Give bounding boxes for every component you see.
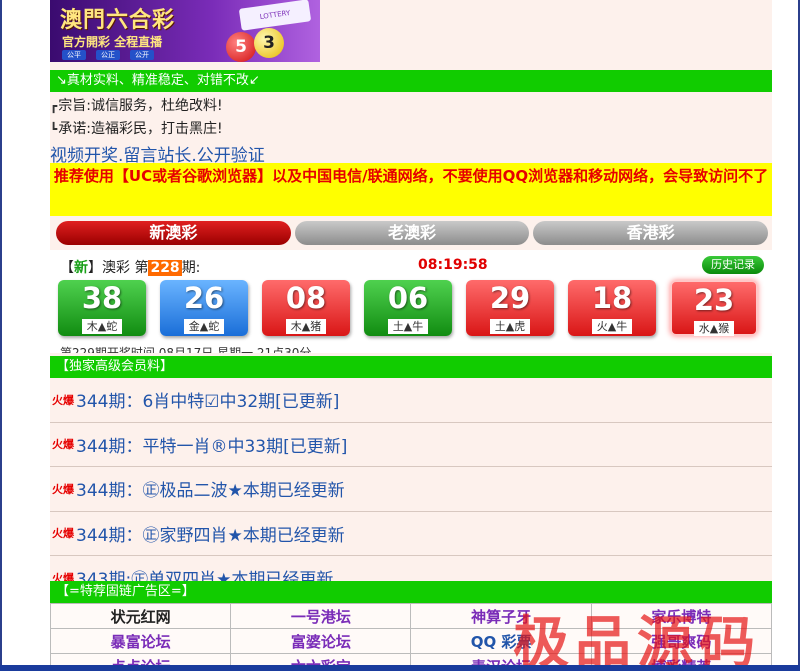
ball-attribute: 金▲蛇 xyxy=(183,319,225,334)
banner-tag: 公开 xyxy=(130,50,154,60)
tab-old-macau[interactable]: 老澳彩 xyxy=(294,221,530,245)
next-draw-info: 第229期开奖时间 08月17日 星期一 21点30分 xyxy=(60,346,312,353)
window-frame-bottom xyxy=(0,665,800,671)
browser-notice: 推荐使用【UC或者谷歌浏览器】以及中国电信/联通网络，不要使用QQ浏览器和移动网… xyxy=(50,163,772,216)
list-item[interactable]: 火爆 344期：㊣极品二波★本期已经更新 xyxy=(50,467,772,512)
result-balls: 38 木▲蛇 26 金▲蛇 08 木▲猪 06 土▲牛 29 土▲虎 18 火▲… xyxy=(58,280,766,338)
ad-link-table: 状元红网 一号港坛 神算子牙 家乐博特 暴富论坛 富婆论坛 QQ 彩票 强哥爽码… xyxy=(50,603,772,665)
ball-attribute: 土▲虎 xyxy=(489,319,531,334)
result-ball: 06 土▲牛 xyxy=(364,280,452,336)
banner-title: 澳門六合彩 xyxy=(60,7,176,33)
draw-result-panel: 【新】澳彩 第 228 期: 08:19:58 历史记录 38 木▲蛇 26 金▲蛇… xyxy=(50,250,772,353)
ad-link[interactable]: QQ 彩票 xyxy=(410,628,592,654)
ad-link[interactable]: 富婆论坛 xyxy=(230,628,412,654)
vip-item-text[interactable]: 344期：平特一肖®中33期[已更新] xyxy=(76,432,347,457)
fire-badge-icon: 火爆 xyxy=(52,482,74,496)
banner-ball: 5 xyxy=(226,32,256,62)
site-banner[interactable]: 澳門六合彩 官方開彩 全程直播 公平 公正 公开 LOTTERY 5 3 xyxy=(50,0,320,62)
fire-badge-icon: 火爆 xyxy=(52,438,74,452)
ad-link[interactable]: 点点论坛 xyxy=(50,653,232,665)
ball-number: 08 xyxy=(285,281,327,315)
period-mid: 】澳彩 第 xyxy=(88,260,149,276)
ball-attribute: 水▲猴 xyxy=(693,321,735,336)
ad-link[interactable]: 家乐博特 xyxy=(590,603,772,629)
ball-number: 23 xyxy=(693,283,735,317)
ad-link[interactable]: 神算子牙 xyxy=(410,603,592,629)
result-ball: 38 木▲蛇 xyxy=(58,280,146,336)
draw-period: 【新】澳彩 第 228 期: xyxy=(60,257,200,277)
vip-item-text[interactable]: 344期：6肖中特☑中32期[已更新] xyxy=(76,387,339,412)
list-item[interactable]: 火爆 344期：6肖中特☑中32期[已更新] xyxy=(50,378,772,423)
corner-top-icon: ┏ xyxy=(50,99,58,113)
ad-link[interactable]: 六六彩宝 xyxy=(230,653,412,665)
ball-number: 26 xyxy=(183,281,225,315)
ball-attribute: 土▲牛 xyxy=(387,319,429,334)
table-row: 暴富论坛 富婆论坛 QQ 彩票 强哥爽码 xyxy=(50,628,772,654)
banner-subtitle: 官方開彩 全程直播 xyxy=(62,35,163,49)
ball-number: 18 xyxy=(591,281,633,315)
draw-clock: 08:19:58 xyxy=(418,257,488,273)
result-ball: 08 木▲猪 xyxy=(262,280,350,336)
ad-link[interactable]: 强哥爽码 xyxy=(590,628,772,654)
special-ball: 23 水▲猴 xyxy=(670,280,758,336)
table-row: 点点论坛 六六彩宝 青汉论坛 博彩精英 xyxy=(50,653,772,665)
ball-attribute: 木▲蛇 xyxy=(81,319,123,334)
list-item[interactable]: 火爆 344期：平特一肖®中33期[已更新] xyxy=(50,423,772,467)
page: 澳門六合彩 官方開彩 全程直播 公平 公正 公开 LOTTERY 5 3 ↘真材… xyxy=(50,0,772,665)
banner-tag: 公平 xyxy=(62,50,86,60)
history-button[interactable]: 历史记录 xyxy=(702,256,764,274)
list-item[interactable]: 火爆 344期：㊣家野四肖★本期已经更新 xyxy=(50,512,772,556)
period-prefix: 【 xyxy=(60,260,74,276)
promise-line: ┗承诺:造福彩民，打击黑庄! xyxy=(50,118,223,138)
corner-bottom-icon: ┗ xyxy=(50,122,58,136)
period-suffix: 期: xyxy=(181,260,201,276)
promise-text: 承诺:造福彩民，打击黑庄! xyxy=(58,121,223,137)
banner-ball: 3 xyxy=(254,28,284,58)
ball-number: 38 xyxy=(81,281,123,315)
ball-number: 06 xyxy=(387,281,429,315)
ad-link[interactable]: 暴富论坛 xyxy=(50,628,232,654)
window-frame-left xyxy=(0,0,2,671)
new-label: 新 xyxy=(74,260,88,276)
ball-number: 29 xyxy=(489,281,531,315)
vip-item-text[interactable]: 344期：㊣家野四肖★本期已经更新 xyxy=(76,521,345,546)
ball-attribute: 火▲牛 xyxy=(591,319,633,334)
fire-badge-icon: 火爆 xyxy=(52,527,74,541)
ad-link[interactable]: 状元红网 xyxy=(50,603,232,629)
fire-badge-icon: 火爆 xyxy=(52,393,74,407)
result-ball: 29 土▲虎 xyxy=(466,280,554,336)
purpose-text: 宗旨:诚信服务，杜绝改料! xyxy=(58,98,223,114)
vip-bar: 【独家高级会员料】 xyxy=(50,356,772,378)
lottery-tabs: 新澳彩 老澳彩 香港彩 xyxy=(56,221,769,245)
purpose-line: ┏宗旨:诚信服务，杜绝改料! xyxy=(50,95,223,115)
table-row: 状元红网 一号港坛 神算子牙 家乐博特 xyxy=(50,603,772,629)
ad-link[interactable]: 博彩精英 xyxy=(590,653,772,665)
tab-hongkong[interactable]: 香港彩 xyxy=(533,221,769,245)
tab-new-macau[interactable]: 新澳彩 xyxy=(56,221,291,245)
lottery-ticket-image: LOTTERY xyxy=(238,0,312,31)
ad-link[interactable]: 一号港坛 xyxy=(230,603,412,629)
period-number: 228 xyxy=(148,260,182,276)
banner-tag: 公正 xyxy=(96,50,120,60)
ball-attribute: 木▲猪 xyxy=(285,319,327,334)
motto-bar: ↘真材实料、精准稳定、对错不改↙ xyxy=(50,70,772,92)
banner-tags: 公平 公正 公开 xyxy=(62,50,154,60)
ad-link[interactable]: 青汉论坛 xyxy=(410,653,592,665)
result-ball: 26 金▲蛇 xyxy=(160,280,248,336)
vip-list: 火爆 344期：6肖中特☑中32期[已更新] 火爆 344期：平特一肖®中33期… xyxy=(50,378,772,601)
ad-bar: 【=特荐固链广告区=】 xyxy=(50,581,772,603)
vip-item-text[interactable]: 344期：㊣极品二波★本期已经更新 xyxy=(76,476,345,501)
result-ball: 18 火▲牛 xyxy=(568,280,656,336)
